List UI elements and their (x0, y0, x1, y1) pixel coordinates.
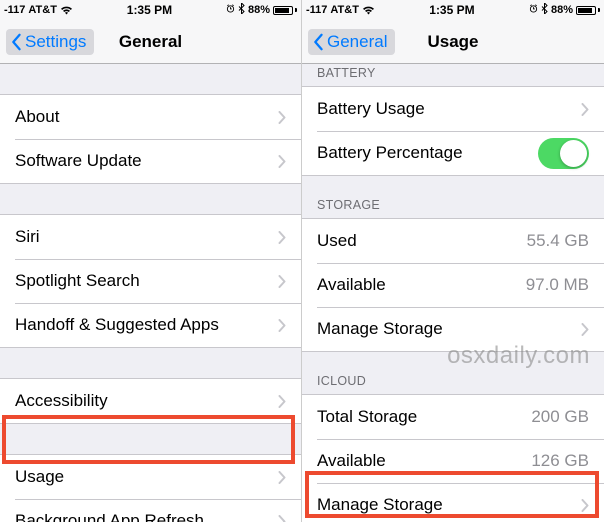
chevron-right-icon (278, 111, 286, 124)
about-row[interactable]: About (0, 95, 301, 139)
storage-available-row: Available 97.0 MB (302, 263, 604, 307)
battery-header: BATTERY (302, 60, 604, 86)
handoff-row[interactable]: Handoff & Suggested Apps (0, 303, 301, 347)
chevron-right-icon (278, 515, 286, 522)
cell-label: About (15, 107, 278, 127)
icloud-header: ICLOUD (302, 374, 604, 394)
cell-label: Software Update (15, 151, 278, 171)
siri-row[interactable]: Siri (0, 215, 301, 259)
cell-value: 97.0 MB (526, 275, 589, 295)
back-label: Settings (25, 32, 86, 52)
chevron-right-icon (278, 155, 286, 168)
software-update-row[interactable]: Software Update (0, 139, 301, 183)
back-label: General (327, 32, 387, 52)
nav-bar: General Usage (302, 20, 604, 64)
cell-label: Handoff & Suggested Apps (15, 315, 278, 335)
cell-label: Siri (15, 227, 278, 247)
status-bar: -117 AT&T 1:35 PM 88% (0, 0, 301, 20)
wifi-icon (362, 5, 375, 15)
signal-strength: -117 (4, 4, 25, 16)
status-bar: -117 AT&T 1:35 PM 88% (302, 0, 604, 20)
carrier-label: AT&T (330, 4, 359, 16)
back-button[interactable]: General (308, 29, 395, 55)
icloud-available-row: Available 126 GB (302, 439, 604, 483)
chevron-left-icon (312, 33, 324, 51)
cell-value: 126 GB (531, 451, 589, 471)
battery-percentage-switch[interactable] (538, 138, 589, 169)
status-time: 1:35 PM (127, 3, 172, 17)
cell-label: Spotlight Search (15, 271, 278, 291)
battery-percent: 88% (248, 4, 270, 16)
icloud-manage-storage-row[interactable]: Manage Storage (302, 483, 604, 522)
chevron-right-icon (278, 319, 286, 332)
icloud-total-row: Total Storage 200 GB (302, 395, 604, 439)
cell-label: Total Storage (317, 407, 531, 427)
chevron-left-icon (10, 33, 22, 51)
alarm-icon (226, 4, 235, 16)
left-pane: -117 AT&T 1:35 PM 88% Settings (0, 0, 302, 522)
status-time: 1:35 PM (429, 3, 474, 17)
chevron-right-icon (278, 231, 286, 244)
chevron-right-icon (581, 323, 589, 336)
cell-value: 200 GB (531, 407, 589, 427)
nav-bar: Settings General (0, 20, 301, 64)
cell-label: Manage Storage (317, 495, 581, 515)
usage-row[interactable]: Usage (0, 455, 301, 499)
bluetooth-icon (541, 3, 548, 17)
accessibility-row[interactable]: Accessibility (0, 379, 301, 423)
chevron-right-icon (581, 103, 589, 116)
alarm-icon (529, 4, 538, 16)
cell-label: Available (317, 451, 531, 471)
cell-label: Used (317, 231, 527, 251)
chevron-right-icon (581, 499, 589, 512)
signal-strength: -117 (306, 4, 327, 16)
chevron-right-icon (278, 471, 286, 484)
cell-label: Usage (15, 467, 278, 487)
cell-label: Accessibility (15, 391, 278, 411)
cell-label: Available (317, 275, 526, 295)
battery-percentage-row[interactable]: Battery Percentage (302, 131, 604, 175)
storage-header: STORAGE (302, 198, 604, 218)
battery-icon (273, 6, 297, 15)
cell-label: Manage Storage (317, 319, 581, 339)
chevron-right-icon (278, 275, 286, 288)
cell-value: 55.4 GB (527, 231, 589, 251)
battery-percent: 88% (551, 4, 573, 16)
carrier-label: AT&T (28, 4, 57, 16)
cell-label: Battery Usage (317, 99, 581, 119)
chevron-right-icon (278, 395, 286, 408)
battery-usage-row[interactable]: Battery Usage (302, 87, 604, 131)
bluetooth-icon (238, 3, 245, 17)
cell-label: Battery Percentage (317, 143, 538, 163)
back-button[interactable]: Settings (6, 29, 94, 55)
background-refresh-row[interactable]: Background App Refresh (0, 499, 301, 522)
storage-used-row: Used 55.4 GB (302, 219, 604, 263)
wifi-icon (60, 5, 73, 15)
cell-label: Background App Refresh (15, 511, 278, 522)
spotlight-row[interactable]: Spotlight Search (0, 259, 301, 303)
right-pane: -117 AT&T 1:35 PM 88% General (302, 0, 604, 522)
battery-icon (576, 6, 600, 15)
manage-storage-row[interactable]: Manage Storage (302, 307, 604, 351)
